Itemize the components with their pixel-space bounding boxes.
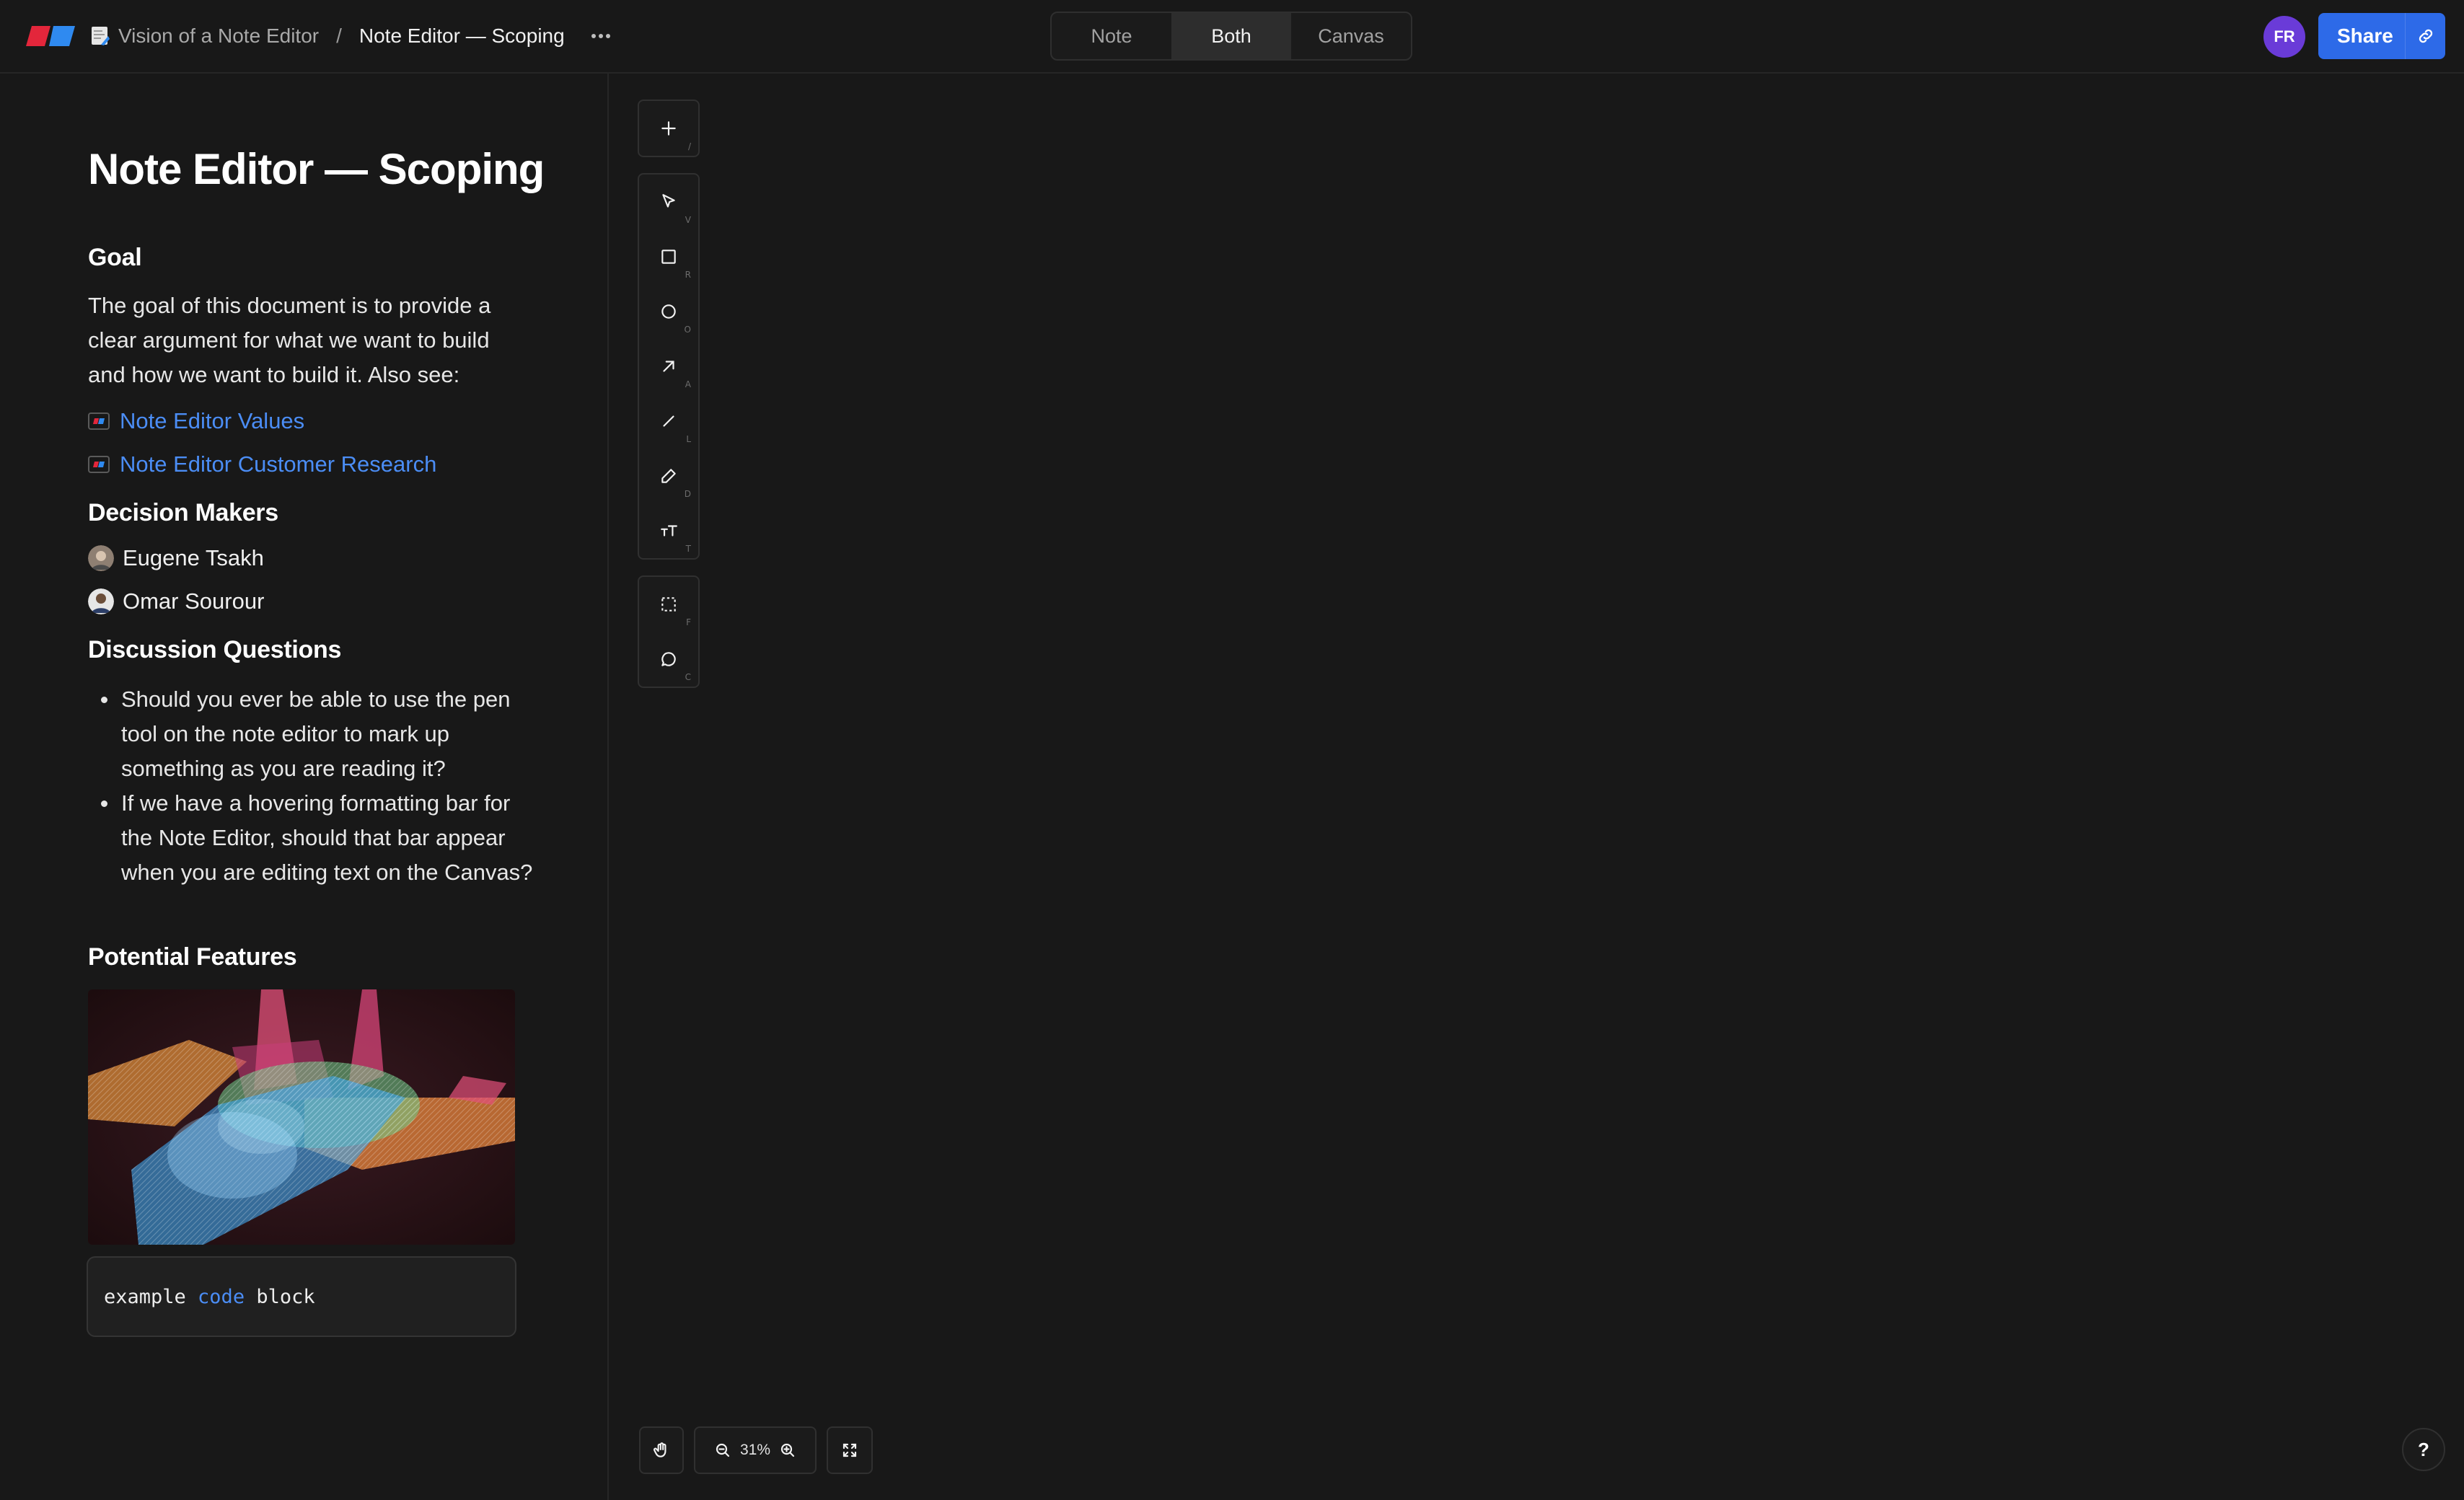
person-name: Eugene Tsakh: [123, 545, 264, 570]
list-item: Should you ever be able to use the pen t…: [88, 682, 535, 786]
shortcut-hint: O: [684, 325, 691, 335]
text-icon: [661, 525, 677, 537]
breadcrumb-separator: /: [336, 25, 342, 47]
copy-link-icon[interactable]: [2405, 13, 2445, 59]
shortcut-hint: /: [687, 141, 691, 151]
share-button[interactable]: Share: [2318, 13, 2445, 59]
link-label[interactable]: Note Editor Customer Research: [120, 451, 436, 477]
link-label[interactable]: Note Editor Values: [120, 408, 304, 434]
wireframe-jet-image[interactable]: [88, 989, 515, 1245]
circle-icon: [661, 304, 676, 319]
app-logo[interactable]: [25, 25, 76, 48]
more-icon: [591, 34, 596, 38]
text-tool-button[interactable]: T: [639, 503, 698, 558]
breadcrumb-workspace[interactable]: Vision of a Note Editor: [118, 25, 319, 48]
goal-paragraph: The goal of this document is to provide …: [88, 293, 491, 387]
page-link-icon: [88, 456, 110, 473]
pencil-tool-button[interactable]: D: [639, 449, 698, 503]
shortcut-hint: R: [685, 270, 691, 280]
comment-tool-button[interactable]: C: [639, 632, 698, 687]
view-note-button[interactable]: Note: [1052, 13, 1171, 59]
line-icon: [663, 415, 674, 427]
draw-toolgroup: V R O A L D T: [638, 173, 700, 560]
decision-makers-heading: Decision Makers: [88, 499, 278, 526]
code-block[interactable]: example code block: [87, 1256, 516, 1337]
ellipse-tool-button[interactable]: O: [639, 284, 698, 339]
canvas-area[interactable]: / V R O A L D T F C 31%: [610, 74, 2464, 1500]
cursor-icon: [662, 194, 675, 208]
list-item: If we have a hovering formatting bar for…: [88, 786, 535, 890]
code-text: block: [245, 1285, 315, 1308]
pencil-icon: [661, 469, 676, 483]
view-mode-switcher: Note Both Canvas: [1050, 12, 1412, 61]
note-panel: Note Editor — Scoping Goal The goal of t…: [0, 74, 609, 1500]
pan-tool-button[interactable]: [639, 1426, 684, 1474]
shortcut-hint: T: [685, 544, 691, 554]
select-tool-button[interactable]: V: [639, 175, 698, 229]
discussion-heading: Discussion Questions: [88, 636, 342, 663]
person-name: Omar Sourour: [123, 588, 265, 614]
shortcut-hint: L: [686, 434, 691, 444]
code-keyword: code: [198, 1285, 245, 1308]
person-avatar: [88, 588, 114, 614]
view-canvas-button[interactable]: Canvas: [1291, 13, 1411, 59]
person-avatar: [88, 545, 114, 571]
breadcrumb-current[interactable]: Note Editor — Scoping: [359, 25, 565, 48]
share-label: Share: [2337, 25, 2393, 47]
add-tool-button[interactable]: /: [639, 101, 698, 156]
link-customer-research[interactable]: Note Editor Customer Research: [88, 451, 436, 477]
zoom-controls: 31%: [694, 1426, 817, 1474]
frame-tool-button[interactable]: F: [639, 577, 698, 632]
zoom-in-icon[interactable]: [779, 1442, 796, 1459]
arrow-tool-button[interactable]: A: [639, 339, 698, 394]
rectangle-tool-button[interactable]: R: [639, 229, 698, 284]
plus-icon: [661, 121, 676, 136]
goal-heading: Goal: [88, 244, 142, 271]
zoom-level[interactable]: 31%: [740, 1442, 770, 1459]
comment-icon: [661, 652, 676, 666]
user-avatar[interactable]: FR: [2263, 16, 2305, 58]
shortcut-hint: V: [685, 215, 691, 225]
hand-icon: [653, 1442, 666, 1457]
page-link-icon: [88, 412, 110, 430]
help-button[interactable]: ?: [2402, 1428, 2445, 1471]
expand-icon: [842, 1443, 857, 1457]
top-bar: Vision of a Note Editor / Note Editor — …: [0, 0, 2464, 74]
zoom-out-icon[interactable]: [714, 1442, 731, 1459]
features-heading: Potential Features: [88, 943, 297, 971]
breadcrumb: Vision of a Note Editor / Note Editor — …: [91, 0, 615, 72]
shortcut-hint: C: [685, 672, 691, 682]
question-list: Should you ever be able to use the pen t…: [88, 682, 535, 890]
person-eugene[interactable]: Eugene Tsakh: [88, 545, 264, 571]
frame-icon: [661, 597, 676, 612]
person-omar[interactable]: Omar Sourour: [88, 588, 264, 614]
link-note-editor-values[interactable]: Note Editor Values: [88, 408, 304, 434]
frame-toolgroup: F C: [638, 575, 700, 688]
shortcut-hint: D: [684, 489, 691, 499]
view-both-button[interactable]: Both: [1171, 13, 1291, 59]
shortcut-hint: F: [686, 617, 691, 627]
more-options-button[interactable]: [586, 22, 615, 50]
page-title[interactable]: Note Editor — Scoping: [88, 144, 545, 194]
arrow-icon: [663, 361, 674, 372]
rectangle-icon: [661, 250, 676, 264]
add-toolgroup: /: [638, 100, 700, 157]
shortcut-hint: A: [685, 379, 691, 389]
code-text: example: [104, 1285, 198, 1308]
line-tool-button[interactable]: L: [639, 394, 698, 449]
fit-to-screen-button[interactable]: [827, 1426, 873, 1474]
document-icon: [91, 26, 110, 46]
